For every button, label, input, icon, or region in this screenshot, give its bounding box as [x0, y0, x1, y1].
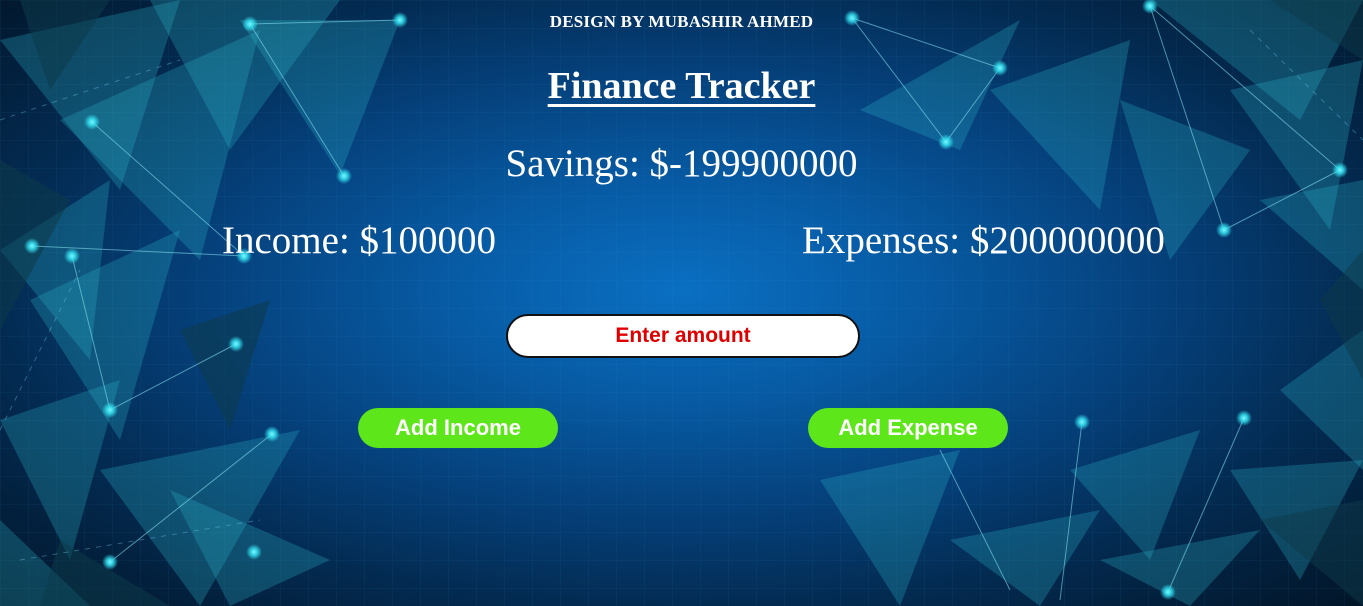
amount-input[interactable] [506, 314, 860, 358]
finance-tracker-app: DESIGN BY MUBASHIR AHMED Finance Tracker… [0, 0, 1363, 606]
savings-display: Savings: $-199900000 [505, 142, 858, 185]
income-display: Income: $100000 [222, 219, 497, 262]
page-title: Finance Tracker [547, 65, 816, 107]
add-income-button[interactable]: Add Income [358, 408, 558, 448]
expenses-display: Expenses: $200000000 [802, 219, 1165, 262]
designer-credit: DESIGN BY MUBASHIR AHMED [549, 12, 814, 31]
add-expense-button[interactable]: Add Expense [808, 408, 1008, 448]
